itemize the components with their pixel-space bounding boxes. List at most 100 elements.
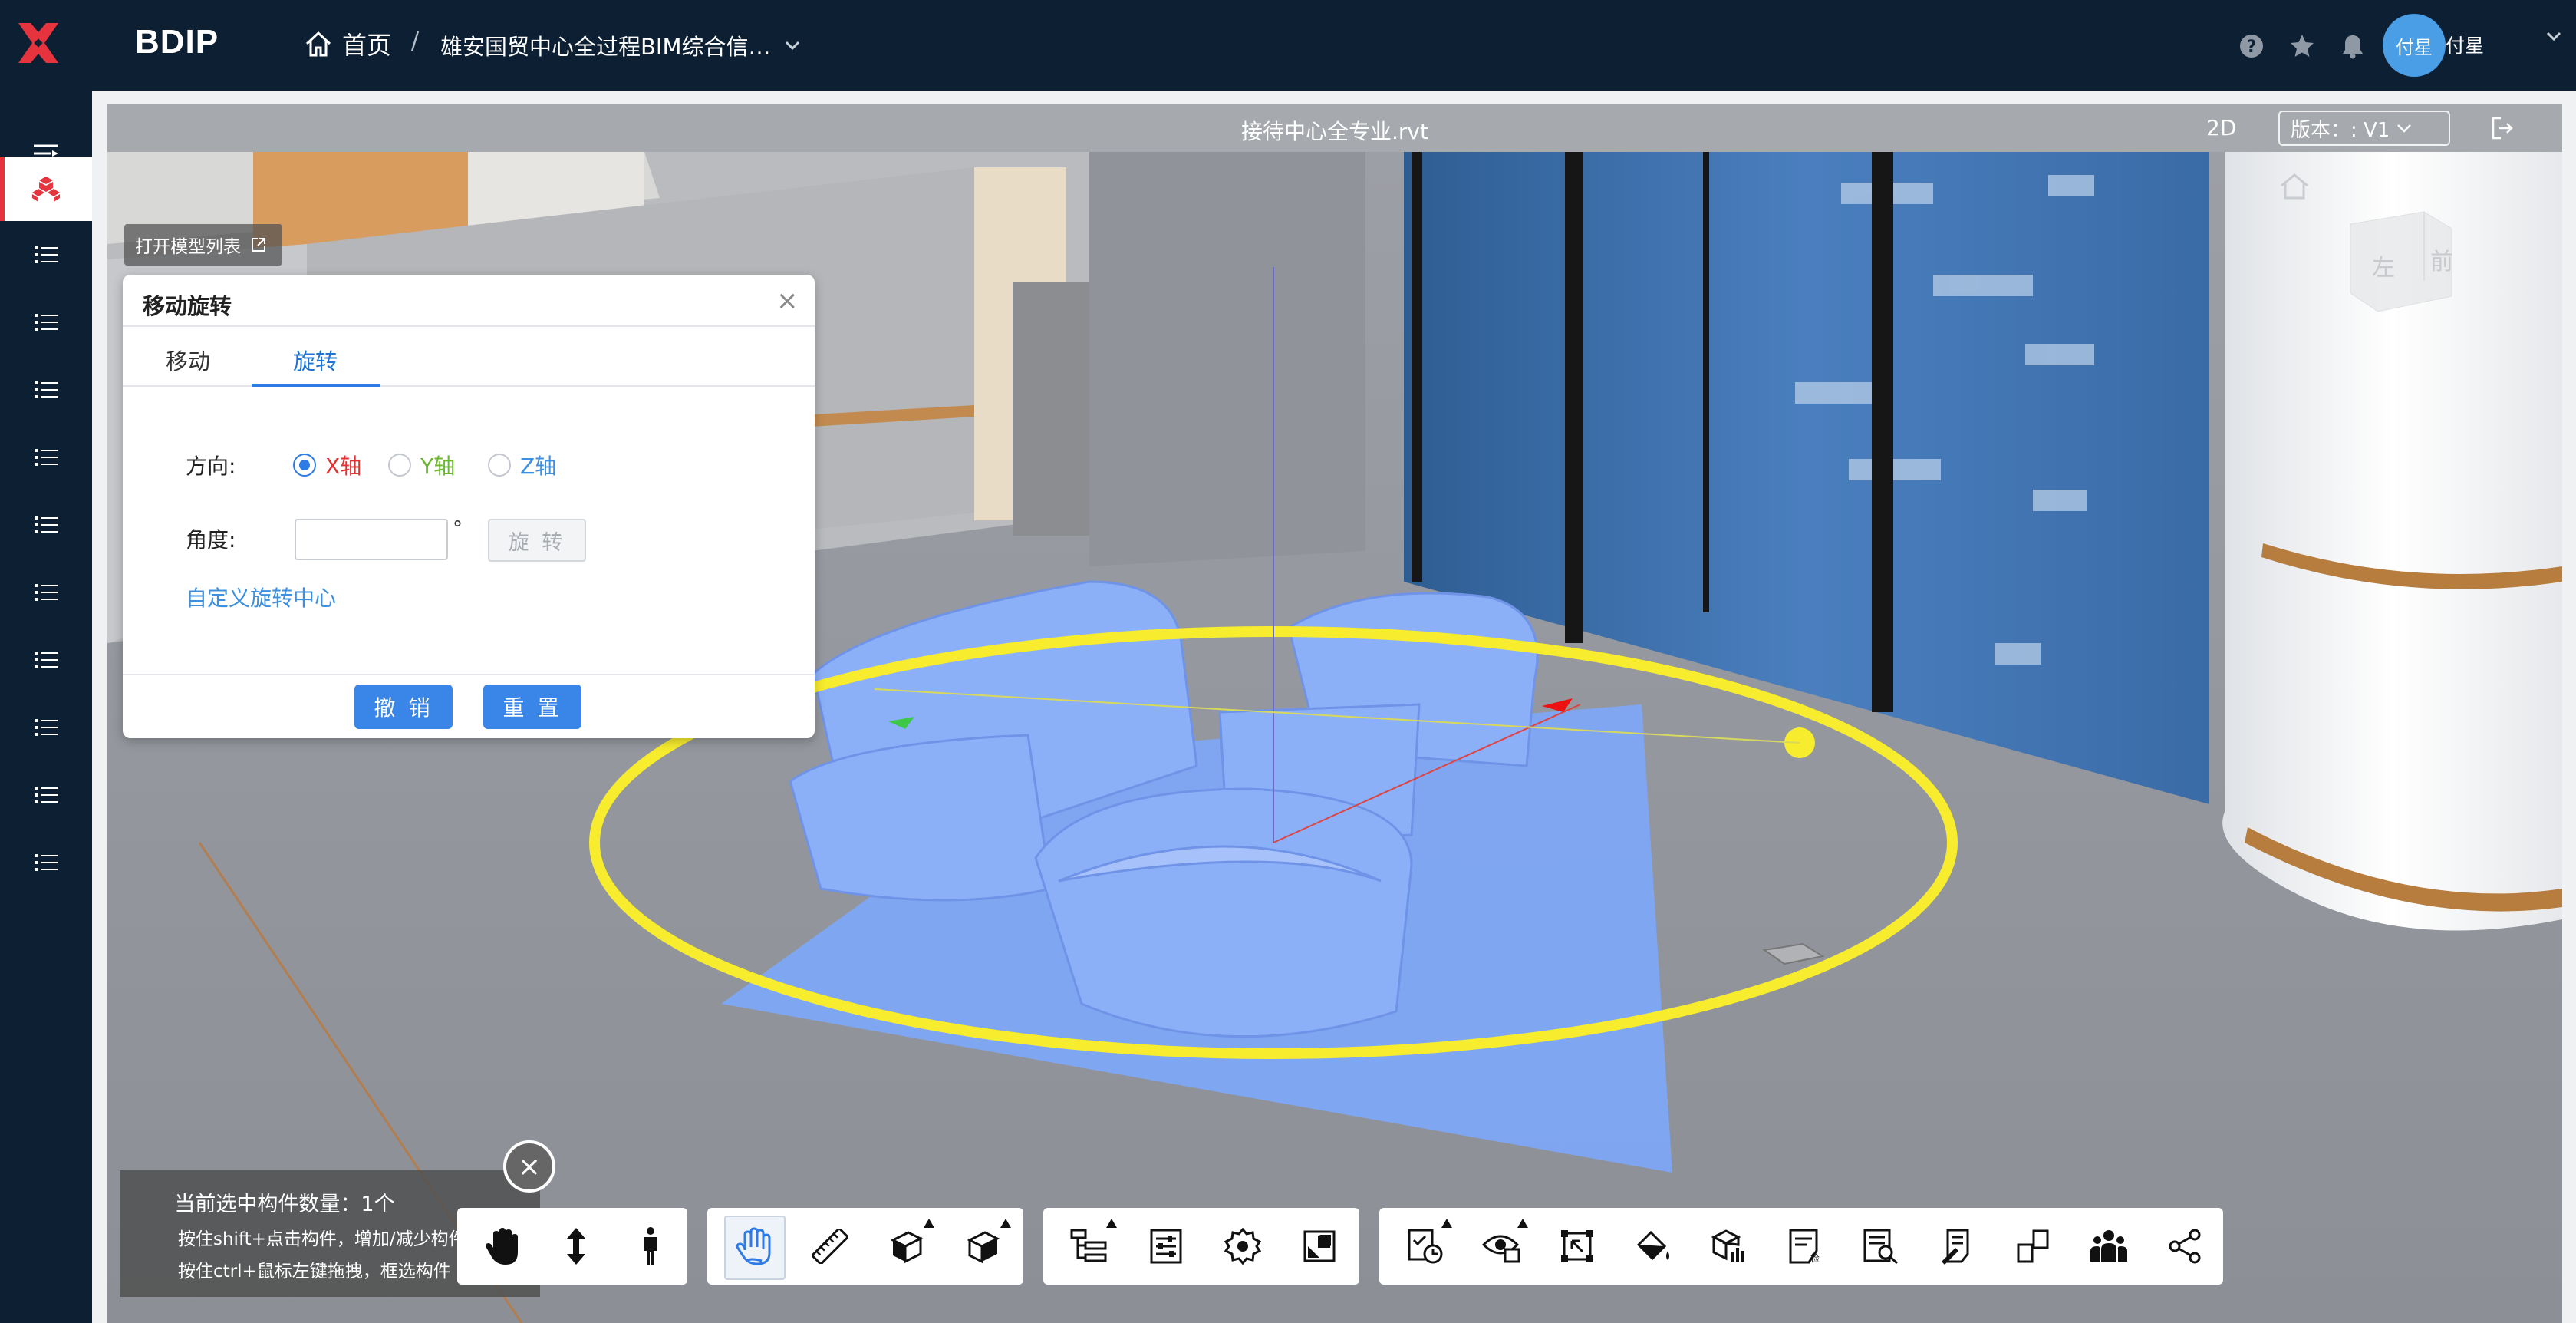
- custom-rotation-center-link[interactable]: 自定义旋转中心: [186, 582, 336, 612]
- undo-button[interactable]: 撤 销: [354, 685, 453, 729]
- settings-gear-icon[interactable]: [1204, 1208, 1281, 1285]
- version-label: 版本：: V1: [2291, 118, 2390, 142]
- radio-unchecked-icon: [388, 454, 411, 477]
- model-stats-icon[interactable]: [1691, 1208, 1767, 1285]
- bim-viewer: 接待中心全专业.rvt 2D 版本：: V1 左 前 打开模型列表 移动旋转 ×…: [107, 104, 2562, 1323]
- list-icon: [35, 584, 58, 601]
- sidebar-item-list-7[interactable]: [0, 628, 92, 692]
- ctrl-hint-text: 按住ctrl+鼠标左键拖拽，框选构件: [178, 1262, 451, 1282]
- home-view-icon[interactable]: [2277, 170, 2312, 201]
- favorite-star-icon[interactable]: [2287, 31, 2317, 61]
- list-icon: [35, 719, 58, 736]
- version-select[interactable]: 版本：: V1: [2278, 111, 2450, 146]
- progress-check-icon[interactable]: [1387, 1208, 1463, 1285]
- sidebar-item-list-6[interactable]: [0, 560, 92, 625]
- top-navigation-bar: BDIP 首页 / 雄安国贸中心全过程BIM综合信… ? 付星 付星: [0, 0, 2576, 91]
- list-icon: [35, 516, 58, 533]
- chevron-down-icon: [786, 41, 800, 51]
- breadcrumb-project-dropdown[interactable]: 雄安国贸中心全过程BIM综合信…: [440, 29, 801, 61]
- tab-rotate[interactable]: 旋转: [293, 344, 338, 376]
- list-icon: [35, 246, 58, 263]
- active-tab-indicator: [252, 384, 380, 387]
- paint-bucket-icon[interactable]: [1615, 1208, 1691, 1285]
- radio-x-label: X轴: [325, 454, 362, 479]
- dropdown-caret: [924, 1219, 934, 1228]
- sidebar-item-list-3[interactable]: [0, 358, 92, 422]
- selected-count-text: 当前选中构件数量：1个: [174, 1193, 395, 1216]
- divider: [123, 385, 815, 387]
- vertical-move-icon[interactable]: [539, 1208, 614, 1285]
- viewer-header: 接待中心全专业.rvt 2D 版本：: V1: [107, 104, 2562, 152]
- tab-move[interactable]: 移动: [166, 344, 210, 376]
- user-name[interactable]: 付星: [2446, 31, 2484, 58]
- open-model-list-label: 打开模型列表: [135, 237, 241, 257]
- review-doc-icon[interactable]: 检: [1767, 1208, 1843, 1285]
- dropdown-caret: [1517, 1219, 1529, 1228]
- radio-z-axis[interactable]: Z轴: [488, 450, 556, 480]
- sidebar-item-list-8[interactable]: [0, 695, 92, 760]
- shift-hint-text: 按住shift+点击构件，增加/减少构件: [178, 1229, 466, 1249]
- view-cube-front-face: 前: [2430, 249, 2453, 275]
- left-sidebar: [0, 91, 92, 1323]
- sidebar-item-list-1[interactable]: [0, 223, 92, 287]
- model-file-title: 接待中心全专业.rvt: [1241, 119, 1428, 144]
- sidebar-item-model[interactable]: [0, 157, 92, 221]
- dialog-title: 移动旋转: [143, 293, 232, 319]
- 2d-mode-toggle[interactable]: 2D: [2206, 115, 2236, 140]
- chevron-down-icon[interactable]: [2545, 31, 2562, 41]
- toolbar-model-group: [1043, 1208, 1359, 1285]
- collaborators-icon[interactable]: [2071, 1208, 2147, 1285]
- explode-cube-icon[interactable]: [945, 1208, 1022, 1285]
- radio-x-axis[interactable]: X轴: [293, 450, 361, 480]
- dropdown-caret: [1000, 1219, 1011, 1228]
- dialog-close-icon[interactable]: ×: [776, 285, 799, 316]
- close-info-icon[interactable]: ×: [503, 1140, 555, 1193]
- home-icon: [305, 31, 331, 57]
- list-icon: [35, 314, 58, 331]
- move-rotate-dialog: 移动旋转 × 移动 旋转 方向: X轴 Y轴 Z轴 角度: ° 旋 转 自定义旋…: [123, 275, 815, 738]
- view-cube-left-face: 左: [2372, 255, 2395, 282]
- radio-y-axis[interactable]: Y轴: [388, 450, 455, 480]
- fullscreen-icon[interactable]: [1281, 1208, 1358, 1285]
- component-link-icon[interactable]: [1995, 1208, 2071, 1285]
- walk-person-icon[interactable]: [613, 1208, 687, 1285]
- model-tree-icon[interactable]: [1051, 1208, 1128, 1285]
- share-icon[interactable]: [2147, 1208, 2223, 1285]
- divider: [123, 674, 815, 675]
- list-icon: [35, 652, 58, 668]
- radio-unchecked-icon: [488, 454, 511, 477]
- breadcrumb-home-label: 首页: [342, 31, 392, 60]
- user-avatar[interactable]: 付星: [2383, 14, 2446, 77]
- reset-button[interactable]: 重 置: [483, 685, 581, 729]
- section-box-icon[interactable]: [868, 1208, 945, 1285]
- radio-y-label: Y轴: [420, 454, 456, 479]
- angle-label: 角度:: [186, 527, 236, 553]
- rotate-button[interactable]: 旋 转: [488, 519, 586, 562]
- dropdown-caret: [1106, 1219, 1117, 1228]
- zoom-extent-icon[interactable]: [1539, 1208, 1615, 1285]
- pan-hand-icon[interactable]: [465, 1208, 539, 1285]
- help-icon[interactable]: ?: [2236, 31, 2267, 61]
- sidebar-item-list-10[interactable]: [0, 830, 92, 895]
- search-list-icon[interactable]: [1843, 1208, 1919, 1285]
- sidebar-item-list-2[interactable]: [0, 290, 92, 355]
- dropdown-caret: [1441, 1219, 1453, 1228]
- sidebar-item-list-9[interactable]: [0, 763, 92, 827]
- direction-label: 方向:: [186, 454, 236, 479]
- sidebar-item-list-5[interactable]: [0, 493, 92, 557]
- open-model-list-button[interactable]: 打开模型列表: [124, 224, 282, 266]
- select-hand-icon[interactable]: [715, 1208, 792, 1285]
- app-brand[interactable]: BDIP: [135, 23, 219, 61]
- breadcrumb-home[interactable]: 首页: [304, 26, 391, 61]
- annotation-icon[interactable]: [1919, 1208, 1995, 1285]
- cubes-icon: [32, 177, 60, 202]
- angle-input[interactable]: [295, 519, 448, 560]
- properties-icon[interactable]: [1128, 1208, 1204, 1285]
- notification-bell-icon[interactable]: [2337, 31, 2368, 61]
- breadcrumb-separator: /: [411, 28, 420, 54]
- view-cube[interactable]: 左 前: [2281, 172, 2453, 312]
- view-manage-icon[interactable]: [1463, 1208, 1539, 1285]
- sidebar-item-list-4[interactable]: [0, 425, 92, 490]
- exit-viewer-icon[interactable]: [2490, 115, 2515, 141]
- ruler-icon[interactable]: [792, 1208, 868, 1285]
